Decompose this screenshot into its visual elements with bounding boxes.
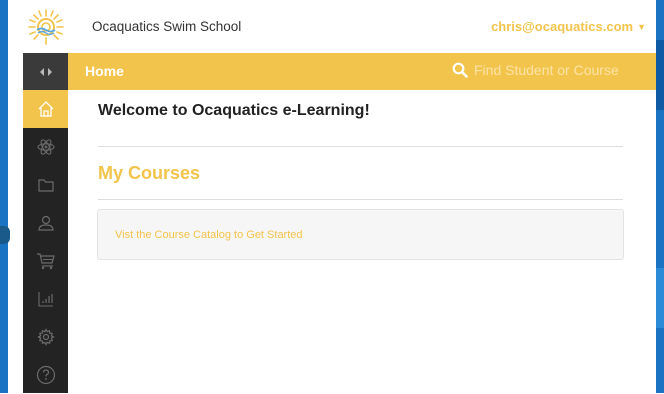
search-box	[452, 62, 644, 78]
brand-name: Ocaquatics Swim School	[92, 19, 242, 34]
page-title: Home	[85, 63, 124, 79]
chart-icon	[37, 292, 53, 307]
sidebar-item-files[interactable]	[23, 166, 68, 204]
sidebar-item-users[interactable]	[23, 204, 68, 242]
app-window: Ocaquatics Swim School chris@ocaquatics.…	[23, 0, 656, 393]
user-icon	[37, 215, 54, 231]
home-icon	[38, 101, 53, 117]
sidebar-item-home[interactable]	[23, 90, 68, 128]
background-left-shape	[0, 226, 10, 244]
course-catalog-link[interactable]: Vist the Course Catalog to Get Started	[115, 229, 303, 241]
user-menu[interactable]: chris@ocaquatics.com ▼	[491, 19, 646, 34]
sidebar-item-reports[interactable]	[23, 280, 68, 318]
gear-icon	[36, 328, 55, 346]
sidebar-toggle-button[interactable]	[23, 53, 68, 90]
expand-collapse-icon	[39, 67, 52, 76]
atom-icon	[36, 139, 55, 155]
sidebar-item-settings[interactable]	[23, 318, 68, 356]
courses-empty-panel: Vist the Course Catalog to Get Started	[97, 209, 624, 260]
sidebar-item-courses[interactable]	[23, 128, 68, 166]
background-left-edge	[0, 0, 8, 393]
divider	[98, 146, 623, 147]
help-icon	[36, 365, 55, 385]
cart-icon	[36, 253, 55, 270]
my-courses-heading: My Courses	[98, 163, 201, 183]
left-sidebar	[23, 53, 68, 393]
background-right-shape	[656, 40, 664, 110]
top-header: Ocaquatics Swim School chris@ocaquatics.…	[23, 0, 656, 53]
search-input[interactable]	[474, 62, 644, 78]
sidebar-item-store[interactable]	[23, 242, 68, 280]
sidebar-item-help[interactable]	[23, 356, 68, 394]
page-title-bar: Home	[68, 53, 656, 90]
welcome-heading: Welcome to Ocaquatics e-Learning!	[98, 102, 370, 119]
sun-logo-icon[interactable]	[23, 0, 68, 53]
user-email: chris@ocaquatics.com	[491, 19, 634, 34]
folder-icon	[37, 179, 54, 192]
divider	[98, 199, 623, 200]
search-icon[interactable]	[452, 62, 468, 78]
background-right-shape-lower	[656, 268, 664, 328]
chevron-down-icon: ▼	[637, 21, 646, 32]
